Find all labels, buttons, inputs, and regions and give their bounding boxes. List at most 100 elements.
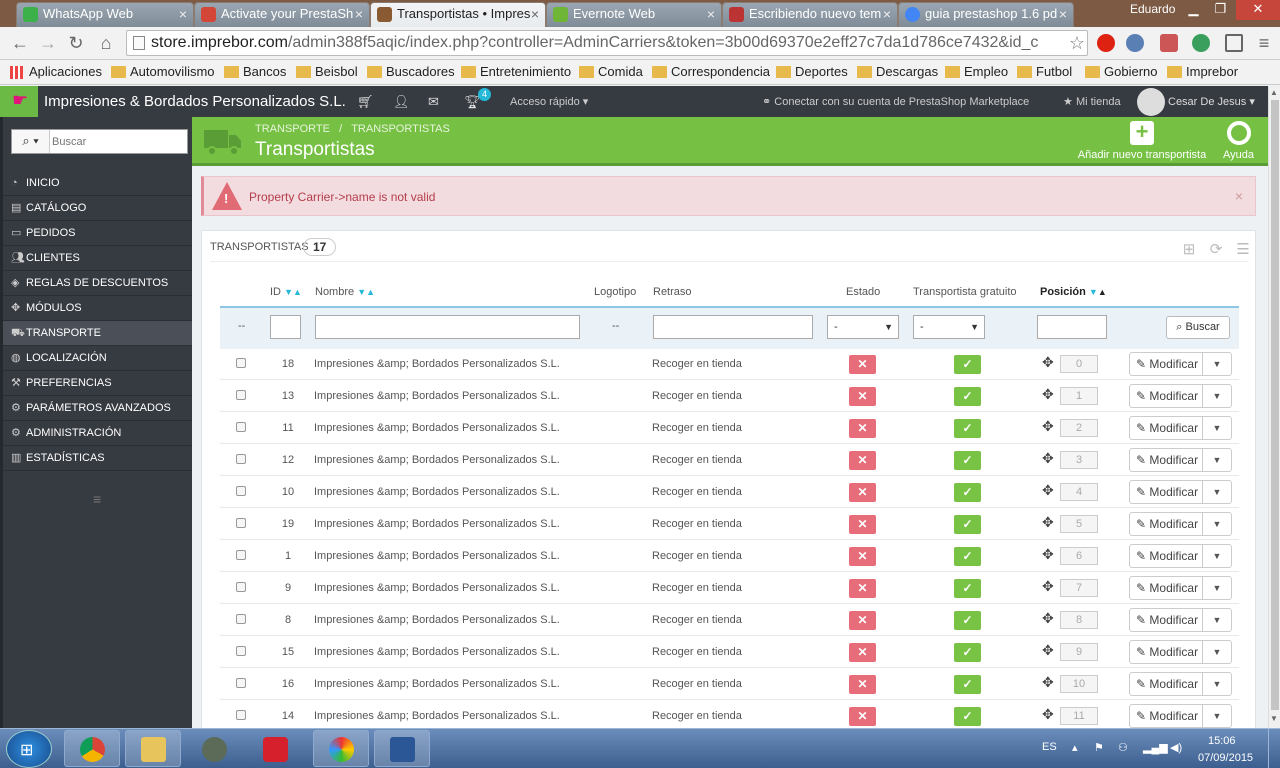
employee-menu[interactable]: Cesar De Jesus ▾ (1168, 95, 1255, 108)
filter-search-button[interactable]: ⌕ Buscar (1166, 316, 1230, 339)
page-scrollbar[interactable]: ▲ ▼ (1268, 86, 1280, 728)
table-row[interactable]: 16 Impresiones &amp; Bordados Personaliza… (220, 668, 1239, 700)
browser-tab[interactable]: guia prestashop 1.6 pd × (898, 2, 1074, 27)
row-checkbox[interactable] (236, 582, 246, 592)
bookmark-folder[interactable]: Empleo (945, 63, 1008, 81)
restore-icon[interactable]: ❐ (1207, 0, 1234, 20)
table-row[interactable]: 15 Impresiones &amp; Bordados Personaliza… (220, 636, 1239, 668)
database-icon[interactable]: ☰ (1234, 240, 1252, 258)
drag-handle-icon[interactable]: ✥ (1042, 386, 1054, 403)
drag-handle-icon[interactable]: ✥ (1042, 674, 1054, 691)
row-checkbox[interactable] (236, 710, 246, 720)
status-disabled-icon[interactable]: ✕ (849, 579, 876, 598)
bookmark-apps[interactable]: Aplicaciones (10, 63, 102, 81)
sidebar-item-inicio[interactable]: ◔ INICIO (3, 171, 192, 196)
taskbar-app-paint[interactable] (313, 730, 369, 767)
browser-tab[interactable]: Activate your PrestaSh × (194, 2, 370, 27)
row-checkbox[interactable] (236, 358, 246, 368)
drag-handle-icon[interactable]: ✥ (1042, 546, 1054, 563)
sidebar-search-input[interactable] (52, 131, 187, 152)
table-row[interactable]: 12 Impresiones &amp; Bordados Personaliza… (220, 444, 1239, 476)
sidebar-item-estadisticas[interactable]: ▥ ESTADÍSTICAS (3, 446, 192, 471)
taskbar-app-explorer[interactable] (125, 730, 181, 767)
sidebar-item-catalogo[interactable]: ▤ CATÁLOGO (3, 196, 192, 221)
free-shipping-enabled-icon[interactable]: ✓ (954, 707, 981, 726)
table-row[interactable]: 11 Impresiones &amp; Bordados Personaliza… (220, 412, 1239, 444)
filter-delay-input[interactable] (653, 315, 813, 339)
close-icon[interactable]: × (179, 3, 187, 25)
flag-icon[interactable]: ⚑ (1094, 741, 1104, 754)
free-shipping-enabled-icon[interactable]: ✓ (954, 419, 981, 438)
row-actions-dropdown[interactable]: ▼ (1203, 480, 1232, 504)
status-disabled-icon[interactable]: ✕ (849, 419, 876, 438)
collapse-menu-icon[interactable]: ≡ (93, 491, 101, 507)
bookmark-folder[interactable]: Entretenimiento (461, 63, 571, 81)
bookmark-folder[interactable]: Automovilismo (111, 63, 215, 81)
forward-icon[interactable]: → (36, 32, 60, 54)
drag-handle-icon[interactable]: ✥ (1042, 642, 1054, 659)
row-checkbox[interactable] (236, 486, 246, 496)
bookmark-folder[interactable]: Comida (579, 63, 643, 81)
reload-icon[interactable]: ↻ (64, 32, 88, 54)
alert-close-button[interactable]: × (1235, 188, 1243, 204)
window-close-icon[interactable]: ✕ (1236, 0, 1280, 20)
close-icon[interactable]: × (883, 3, 891, 25)
clock-date[interactable]: 07/09/2015 (1198, 752, 1253, 764)
bookmark-folder[interactable]: Descargas (857, 63, 938, 81)
sidebar-item-parametros-avanzados[interactable]: ⚙ PARÁMETROS AVANZADOS (3, 396, 192, 421)
scroll-down-icon[interactable]: ▼ (1270, 714, 1278, 723)
filter-id-input[interactable] (270, 315, 301, 339)
bookmark-star-icon[interactable]: ☆ (1069, 31, 1085, 55)
bookmark-folder[interactable]: Deportes (776, 63, 848, 81)
status-disabled-icon[interactable]: ✕ (849, 707, 876, 726)
cast-icon[interactable] (1225, 34, 1243, 52)
taskbar-app-word[interactable] (374, 730, 430, 767)
start-button[interactable]: ⊞ (6, 730, 52, 768)
taskbar-app-chrome[interactable] (64, 730, 120, 767)
bookmark-folder[interactable]: Buscadores (367, 63, 455, 81)
bookmark-folder[interactable]: Gobierno (1085, 63, 1157, 81)
close-icon[interactable]: × (355, 3, 363, 25)
row-checkbox[interactable] (236, 614, 246, 624)
minimize-icon[interactable]: ▁ (1180, 0, 1207, 20)
row-actions-dropdown[interactable]: ▼ (1203, 608, 1232, 632)
breadcrumb-item[interactable]: TRANSPORTISTAS (351, 123, 450, 135)
sort-asc-icon[interactable]: ▲ (1098, 287, 1107, 297)
extension-icon[interactable] (1192, 34, 1210, 52)
row-actions-dropdown[interactable]: ▼ (1203, 384, 1232, 408)
status-disabled-icon[interactable]: ✕ (849, 611, 876, 630)
status-disabled-icon[interactable]: ✕ (849, 643, 876, 662)
filter-position-input[interactable] (1037, 315, 1107, 339)
drag-handle-icon[interactable]: ✥ (1042, 482, 1054, 499)
envelope-icon[interactable]: ✉ (428, 94, 439, 110)
table-row[interactable]: 19 Impresiones &amp; Bordados Personaliza… (220, 508, 1239, 540)
filter-name-input[interactable] (315, 315, 580, 339)
status-disabled-icon[interactable]: ✕ (849, 547, 876, 566)
sidebar-item-modulos[interactable]: ✥ MÓDULOS (3, 296, 192, 321)
sidebar-item-clientes[interactable]: 👥︎ CLIENTES (3, 246, 192, 271)
edit-button[interactable]: ✎ Modificar (1129, 704, 1203, 728)
cart-icon[interactable]: 🛒︎ (357, 94, 374, 110)
row-checkbox[interactable] (236, 518, 246, 528)
drag-handle-icon[interactable]: ✥ (1042, 450, 1054, 467)
sort-desc-icon[interactable]: ▼ (357, 287, 366, 297)
sidebar-item-administracion[interactable]: ⚙ ADMINISTRACIÓN (3, 421, 192, 446)
row-actions-dropdown[interactable]: ▼ (1203, 448, 1232, 472)
free-shipping-enabled-icon[interactable]: ✓ (954, 547, 981, 566)
status-disabled-icon[interactable]: ✕ (849, 387, 876, 406)
sidebar-item-transporte[interactable]: ⛟ TRANSPORTE (3, 321, 192, 346)
add-icon[interactable]: ⊞ (1180, 240, 1198, 258)
drag-handle-icon[interactable]: ✥ (1042, 578, 1054, 595)
refresh-icon[interactable]: ⟳ (1207, 240, 1225, 258)
bookmark-folder[interactable]: Beisbol (296, 63, 358, 81)
row-actions-dropdown[interactable]: ▼ (1203, 512, 1232, 536)
row-checkbox[interactable] (236, 390, 246, 400)
row-checkbox[interactable] (236, 454, 246, 464)
extension-icon[interactable] (1160, 34, 1178, 52)
browser-tab-active[interactable]: Transportistas • Impres × (370, 2, 546, 27)
bookmark-folder[interactable]: Correspondencia (652, 63, 770, 81)
drag-handle-icon[interactable]: ✥ (1042, 514, 1054, 531)
row-actions-dropdown[interactable]: ▼ (1203, 544, 1232, 568)
browser-tab[interactable]: WhatsApp Web × (16, 2, 194, 27)
language-indicator[interactable]: ES (1042, 741, 1057, 753)
